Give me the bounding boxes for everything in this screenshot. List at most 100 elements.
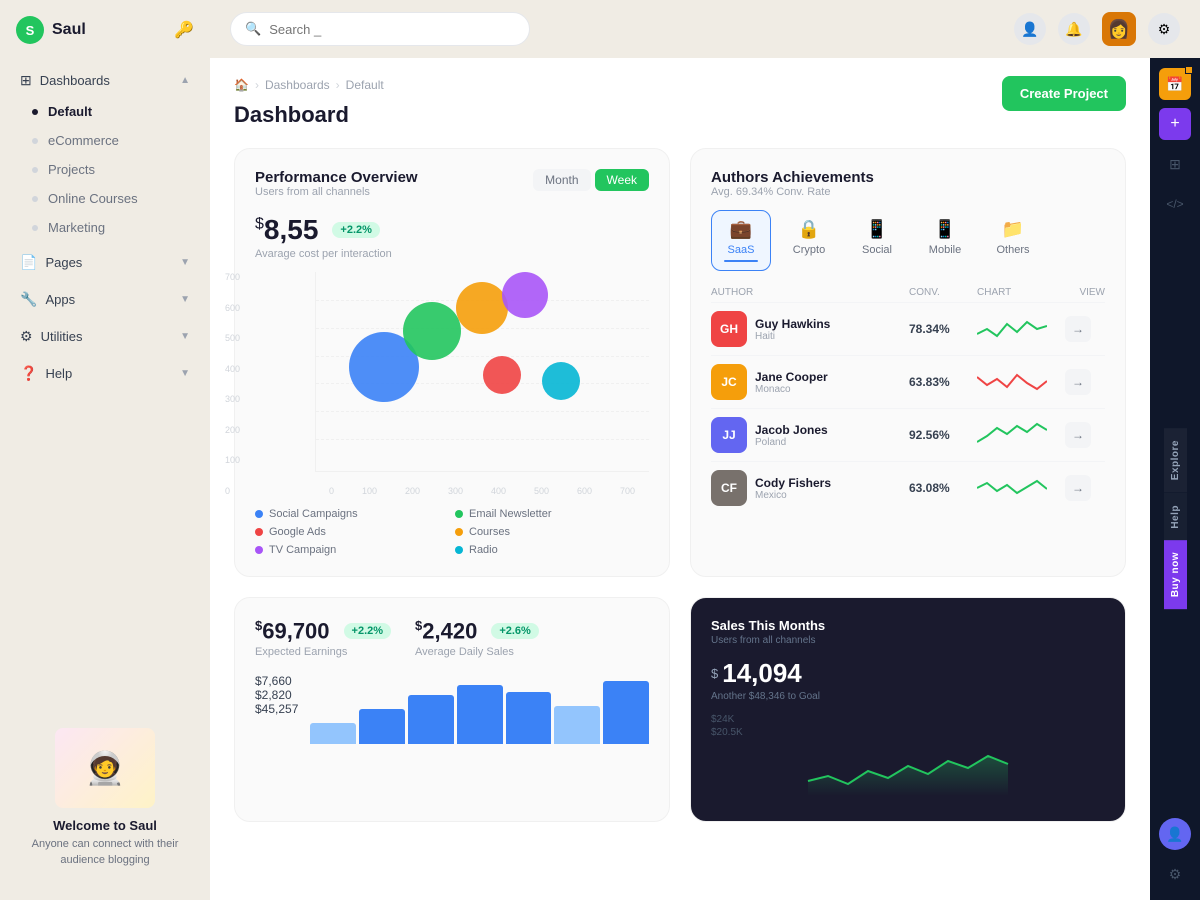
apps-chevron: ▼ — [180, 294, 190, 305]
nav-group-pages-header[interactable]: 📄 Pages ▼ — [8, 246, 202, 279]
sidebar-item-ecommerce[interactable]: eCommerce — [8, 126, 202, 155]
breadcrumb-dashboards[interactable]: Dashboards — [265, 78, 330, 92]
nav-group-apps-header[interactable]: 🔧 Apps ▼ — [8, 283, 202, 316]
avatar-cody: CF — [711, 470, 747, 506]
sidebar-item-default[interactable]: Default — [8, 97, 202, 126]
bubble-radio — [542, 362, 580, 400]
sidebar-item-projects[interactable]: Projects — [8, 155, 202, 184]
mobile-label: Mobile — [929, 244, 961, 256]
create-project-button[interactable]: Create Project — [1002, 76, 1126, 111]
table-header: AUTHOR CONV. CHART VIEW — [711, 283, 1105, 302]
tab-mobile[interactable]: 📱 Mobile — [915, 210, 975, 271]
tab-crypto[interactable]: 🔒 Crypto — [779, 210, 839, 271]
daily-sales-label: Average Daily Sales — [415, 646, 539, 658]
settings-icon-bottom[interactable]: ⚙ — [1159, 858, 1191, 890]
utilities-chevron: ▼ — [180, 331, 190, 342]
performance-subtitle: Users from all channels — [255, 186, 418, 198]
help-tab[interactable]: Help — [1164, 493, 1187, 541]
saas-icon: 💼 — [730, 219, 752, 240]
sidebar-item-marketing[interactable]: Marketing — [8, 213, 202, 242]
search-input[interactable] — [269, 22, 515, 37]
explore-tab[interactable]: Explore — [1164, 428, 1187, 492]
authors-title: Authors Achievements — [711, 169, 1105, 186]
key-icon: 🔑 — [174, 20, 194, 40]
nav-group-help-header[interactable]: ❓ Help ▼ — [8, 357, 202, 390]
sales-card: Sales This Months Users from all channel… — [690, 597, 1126, 822]
view-btn-cody[interactable]: → — [1065, 475, 1091, 501]
authors-card: Authors Achievements Avg. 69.34% Conv. R… — [690, 148, 1126, 577]
user-avatar[interactable]: 👩 — [1102, 12, 1136, 46]
view-btn-jane[interactable]: → — [1065, 369, 1091, 395]
nav-group-utilities: ⚙ Utilities ▼ — [8, 320, 202, 353]
user-small-icon[interactable]: 👤 — [1014, 13, 1046, 45]
authors-tabs: 💼 SaaS 🔒 Crypto 📱 Social — [711, 210, 1105, 271]
bar — [457, 685, 503, 745]
settings-icon[interactable]: ⚙ — [1148, 13, 1180, 45]
conv-guy: 78.34% — [909, 322, 969, 336]
notifications-icon[interactable]: 🔔 — [1058, 13, 1090, 45]
cost-label: Avarage cost per interaction — [255, 248, 649, 260]
sales-level-2: $20.5K — [711, 727, 1105, 738]
view-btn-jacob[interactable]: → — [1065, 422, 1091, 448]
author-country-guy: Haiti — [755, 331, 830, 342]
col-author: AUTHOR — [711, 287, 901, 298]
content-main: 🏠 › Dashboards › Default Dashboard Creat… — [210, 58, 1150, 900]
breadcrumb-default[interactable]: Default — [346, 78, 384, 92]
sidebar-item-online-courses[interactable]: Online Courses — [8, 184, 202, 213]
legend-radio: Radio — [455, 544, 649, 556]
others-label: Others — [996, 244, 1029, 256]
main-area: 🔍 👤 🔔 👩 ⚙ 🏠 › Dashboards › Default Dashb… — [210, 0, 1200, 900]
welcome-title: Welcome to Saul — [16, 818, 194, 833]
sales-value: 14,094 — [722, 658, 802, 689]
nav-group-help: ❓ Help ▼ — [8, 357, 202, 390]
buy-tab[interactable]: Buy now — [1164, 540, 1187, 609]
far-right-panel: 📅 + ⊞ </> Explore Help Buy now 👤 ⚙ — [1150, 58, 1200, 900]
view-btn-guy[interactable]: → — [1065, 316, 1091, 342]
bubble-google — [483, 356, 521, 394]
legend-label-tv: TV Campaign — [269, 544, 336, 556]
month-tab[interactable]: Month — [533, 169, 590, 191]
week-tab[interactable]: Week — [595, 169, 649, 191]
tab-saas[interactable]: 💼 SaaS — [711, 210, 771, 271]
author-name-jacob: Jacob Jones — [755, 423, 828, 437]
dashboards-chevron: ▲ — [180, 75, 190, 86]
conv-cody: 63.08% — [909, 481, 969, 495]
breadcrumb-home-icon[interactable]: 🏠 — [234, 78, 249, 92]
sidebar-welcome: 🧑‍🚀 Welcome to Saul Anyone can connect w… — [0, 702, 210, 884]
legend-email: Email Newsletter — [455, 508, 649, 520]
dot — [32, 167, 38, 173]
col-chart: CHART — [977, 287, 1057, 298]
projects-label: Projects — [48, 162, 95, 177]
dot — [32, 225, 38, 231]
user-icon-bottom[interactable]: 👤 — [1159, 818, 1191, 850]
grid-icon[interactable]: ⊞ — [1159, 148, 1191, 180]
nav-group-utilities-header[interactable]: ⚙ Utilities ▼ — [8, 320, 202, 353]
bar — [359, 709, 405, 744]
performance-value: $8,55 — [255, 214, 318, 246]
bar — [310, 723, 356, 744]
ecommerce-label: eCommerce — [48, 133, 119, 148]
legend-label-radio: Radio — [469, 544, 498, 556]
search-icon: 🔍 — [245, 21, 261, 37]
bubble-chart-container: 700 600 500 400 300 200 100 0 — [255, 272, 649, 496]
saas-label: SaaS — [728, 244, 755, 256]
bubble-tv — [502, 272, 548, 318]
add-icon[interactable]: + — [1159, 108, 1191, 140]
author-country-jacob: Poland — [755, 437, 828, 448]
table-row: JJ Jacob Jones Poland 92.56% → — [711, 408, 1105, 461]
nav-group-dashboards: ⊞ Dashboards ▲ Default eCommerce Project… — [8, 64, 202, 242]
code-icon[interactable]: </> — [1159, 188, 1191, 220]
sales-level-1: $24K — [711, 714, 1105, 725]
legend-dot-tv — [255, 546, 263, 554]
nav-group-dashboards-header[interactable]: ⊞ Dashboards ▲ — [8, 64, 202, 97]
pages-icon: 📄 — [20, 254, 37, 271]
tab-others[interactable]: 📁 Others — [983, 210, 1043, 271]
help-label: Help — [45, 366, 72, 381]
social-label: Social — [862, 244, 892, 256]
legend-dot-radio — [455, 546, 463, 554]
topbar: 🔍 👤 🔔 👩 ⚙ — [210, 0, 1200, 58]
tab-social[interactable]: 📱 Social — [847, 210, 907, 271]
search-box[interactable]: 🔍 — [230, 12, 530, 46]
sales-area-chart — [711, 746, 1105, 796]
sales-subtitle: Users from all channels — [711, 635, 1105, 646]
